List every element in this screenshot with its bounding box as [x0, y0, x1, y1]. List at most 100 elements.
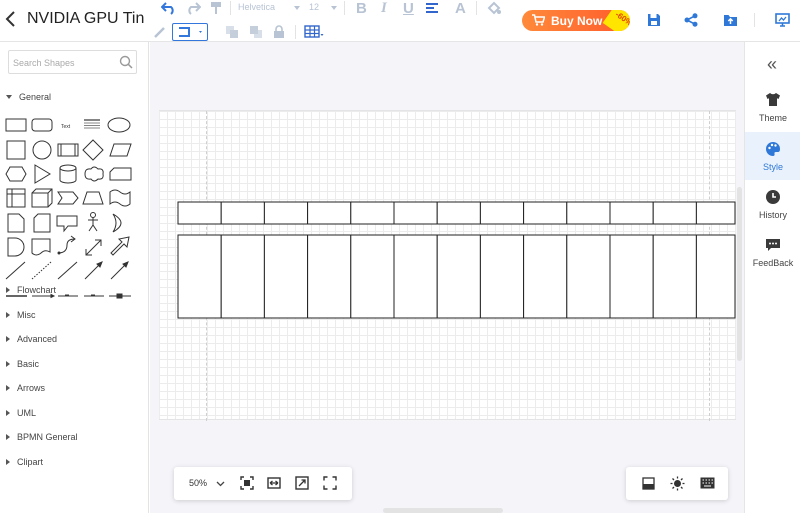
rounded-rectangle-shape[interactable] — [31, 118, 53, 132]
table-button[interactable] — [303, 24, 325, 40]
timeline-table[interactable] — [159, 111, 736, 421]
line-shape[interactable] — [5, 261, 26, 280]
tape-shape[interactable] — [109, 189, 131, 207]
timeline-body-cell[interactable] — [523, 234, 568, 319]
line-color-button[interactable] — [152, 24, 168, 40]
timeline-header-cell[interactable] — [695, 201, 736, 225]
note-shape[interactable] — [7, 213, 25, 233]
zoom-level[interactable]: 50% — [189, 478, 207, 488]
callout-shape[interactable] — [56, 215, 78, 233]
timeline-header-cell[interactable] — [307, 201, 352, 225]
parallelogram-shape[interactable] — [109, 143, 132, 157]
timeline-header-cell[interactable] — [177, 201, 222, 225]
keyboard-icon[interactable] — [700, 477, 715, 489]
crescent-shape[interactable] — [112, 213, 122, 233]
category-misc[interactable]: Misc — [6, 308, 36, 322]
timeline-body-cell[interactable] — [263, 234, 309, 319]
collapse-panel-button[interactable]: « — [767, 54, 777, 75]
category-flowchart[interactable]: Flowchart — [6, 283, 56, 297]
canvas-area[interactable]: 50% — [150, 42, 744, 513]
timeline-header-cell[interactable] — [523, 201, 568, 225]
present-button[interactable] — [773, 11, 791, 29]
fullscreen-icon[interactable] — [323, 476, 337, 490]
text-shape[interactable]: Text — [61, 124, 71, 130]
timeline-header-cell[interactable] — [350, 201, 395, 225]
redo-button[interactable] — [184, 0, 202, 16]
category-advanced[interactable]: Advanced — [6, 332, 57, 346]
folded-corner-shape[interactable] — [33, 213, 51, 233]
diamond-shape[interactable] — [82, 139, 104, 161]
lock-button[interactable] — [272, 24, 286, 40]
bring-front-button[interactable] — [224, 24, 240, 40]
bold-button[interactable]: B — [356, 0, 367, 17]
category-uml[interactable]: UML — [6, 406, 36, 420]
page-setup-icon[interactable] — [642, 477, 655, 490]
vertical-scrollbar[interactable] — [737, 187, 742, 361]
arrow-line-shape[interactable] — [84, 261, 103, 280]
format-painter-button[interactable] — [208, 0, 224, 16]
timeline-body-cell[interactable] — [695, 234, 736, 319]
timeline-header-cell[interactable] — [479, 201, 525, 225]
curved-arrow-shape[interactable] — [57, 235, 76, 255]
fit-width-icon[interactable] — [267, 476, 281, 490]
thick-arrow-shape[interactable] — [110, 236, 130, 256]
share-button[interactable] — [682, 11, 700, 29]
timeline-body-cell[interactable] — [609, 234, 654, 319]
chevron-down-icon[interactable] — [216, 481, 225, 487]
timeline-body-cell[interactable] — [436, 234, 481, 319]
timeline-header-cell[interactable] — [609, 201, 654, 225]
step-shape[interactable] — [57, 191, 79, 205]
buy-now-button[interactable]: Buy Now -60% — [522, 10, 630, 31]
horizontal-scrollbar[interactable] — [383, 508, 503, 513]
italic-button[interactable]: I — [381, 0, 387, 17]
timeline-header-cell[interactable] — [220, 201, 265, 225]
card-shape[interactable] — [109, 167, 132, 181]
diagram-page[interactable] — [159, 110, 736, 421]
underline-button[interactable]: U — [403, 0, 414, 17]
send-back-button[interactable] — [248, 24, 264, 40]
bidirectional-arrow-shape[interactable] — [85, 239, 102, 256]
connector-block-shape[interactable] — [109, 293, 131, 299]
undo-button[interactable] — [160, 0, 178, 16]
timeline-header-cell[interactable] — [263, 201, 309, 225]
font-color-button[interactable]: A — [455, 0, 466, 17]
panel-tab-theme[interactable]: Theme — [745, 83, 800, 131]
font-size-select[interactable]: 12 — [309, 2, 337, 16]
triangle-shape[interactable] — [34, 164, 51, 184]
document-shape[interactable] — [31, 238, 51, 256]
process-shape[interactable] — [57, 143, 79, 157]
save-button[interactable] — [645, 11, 663, 29]
timeline-header-cell[interactable] — [566, 201, 611, 225]
font-family-select[interactable]: Helvetica — [238, 2, 300, 16]
square-shape[interactable] — [6, 140, 26, 160]
panel-tab-history[interactable]: History — [745, 180, 800, 228]
export-button[interactable] — [721, 11, 739, 29]
connector-dash-shape-2[interactable] — [84, 294, 104, 297]
hexagon-shape[interactable] — [5, 166, 27, 182]
timeline-header-cell[interactable] — [393, 201, 438, 225]
category-clipart[interactable]: Clipart — [6, 455, 43, 469]
timeline-body-cell[interactable] — [307, 234, 352, 319]
rectangle-shape[interactable] — [5, 118, 27, 132]
heading-shape[interactable] — [84, 119, 100, 129]
search-input[interactable] — [13, 55, 117, 70]
category-bpmn-general[interactable]: BPMN General — [6, 430, 78, 444]
fill-color-button[interactable] — [486, 0, 502, 16]
delay-shape[interactable] — [7, 237, 25, 257]
category-general[interactable]: General — [6, 90, 51, 104]
timeline-header-cell[interactable] — [436, 201, 481, 225]
timeline-body-cell[interactable] — [479, 234, 525, 319]
document-title[interactable]: NVIDIA GPU Tin — [27, 10, 153, 28]
timeline-body-cell[interactable] — [393, 234, 438, 319]
timeline-body-cell[interactable] — [220, 234, 265, 319]
timeline-body-cell[interactable] — [350, 234, 395, 319]
theme-mode-icon[interactable] — [670, 476, 685, 491]
actual-size-icon[interactable] — [295, 476, 309, 490]
timeline-body-cell[interactable] — [652, 234, 697, 319]
timeline-body-cell[interactable] — [566, 234, 611, 319]
cloud-shape[interactable] — [84, 166, 104, 182]
panel-tab-feedback[interactable]: FeedBack — [745, 228, 800, 276]
back-button[interactable] — [4, 8, 18, 30]
timeline-body-cell[interactable] — [177, 234, 222, 319]
dotted-line-shape[interactable] — [31, 261, 52, 280]
